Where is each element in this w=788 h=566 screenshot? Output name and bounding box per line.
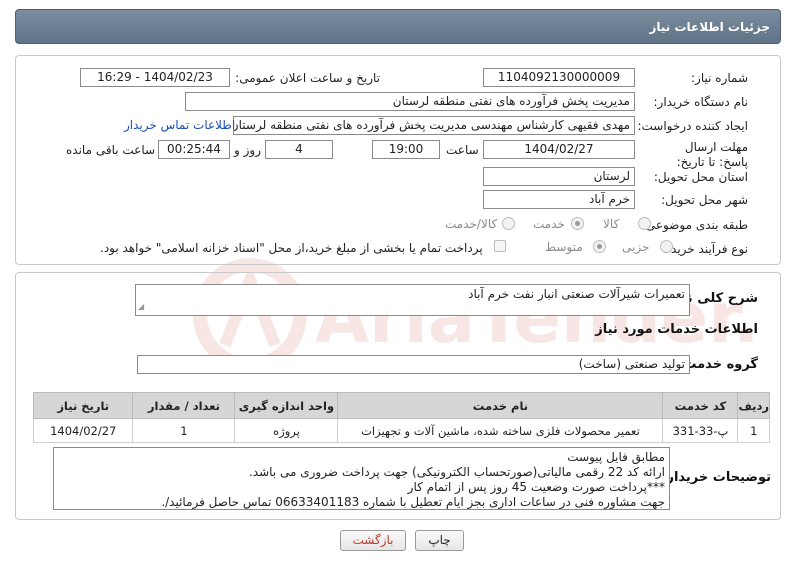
time-remaining-label: ساعت باقی مانده <box>66 143 156 157</box>
cell-service-name: تعمیر محصولات فلزی ساخته شده، ماشین آلات… <box>337 418 664 443</box>
cell-quantity: 1 <box>132 418 236 443</box>
process-option-medium: متوسط <box>545 240 583 254</box>
summary-field: تعمیرات شیرآلات صنعتی انبار نفت خرم آباد… <box>135 284 690 316</box>
note-line: مطابق فایل پیوست <box>567 450 665 464</box>
deadline-label: مهلت ارسال پاسخ: تا تاریخ: <box>676 140 748 169</box>
category-option-goods-service: کالا/خدمت <box>445 217 498 231</box>
category-radio-goods[interactable] <box>638 217 651 230</box>
treasury-payment-note: پرداخت تمام یا بخشی از مبلغ خرید،از محل … <box>100 241 483 255</box>
col-header-service-code: کد خدمت <box>662 392 739 419</box>
process-radio-minor[interactable] <box>660 240 673 253</box>
buyer-contact-link[interactable]: اطلاعات تماس خریدار <box>124 118 235 132</box>
process-radio-medium[interactable] <box>593 240 606 253</box>
need-number-label: شماره نیاز: <box>691 71 748 85</box>
cell-need-date: 1404/02/27 <box>32 418 134 443</box>
col-header-service-name: نام خدمت <box>337 392 664 419</box>
col-header-row-number: ردیف <box>737 392 770 419</box>
service-group-field: تولید صنعتی (ساخت) <box>137 355 690 374</box>
buyer-org-field: مدیریت پخش فرآورده های نفتی منطقه لرستان <box>185 92 635 111</box>
table-header-row: ردیف کد خدمت نام خدمت واحد اندازه گیری ت… <box>32 392 770 419</box>
col-header-unit: واحد اندازه گیری <box>234 392 339 419</box>
services-info-title: اطلاعات خدمات مورد نیاز <box>595 322 758 337</box>
category-radio-service[interactable] <box>571 217 584 230</box>
treasury-payment-checkbox[interactable] <box>494 240 506 252</box>
col-header-need-date: تاریخ نیاز <box>32 392 134 419</box>
note-line: جهت مشاوره فنی در ساعات اداری بجز ایام ت… <box>161 495 665 509</box>
summary-text: تعمیرات شیرآلات صنعتی انبار نفت خرم آباد <box>468 287 685 301</box>
province-field: لرستان <box>483 167 635 186</box>
note-line: ارائه کد 22 رقمی مالیاتی(صورتحساب الکترو… <box>248 465 665 479</box>
cell-unit: پروژه <box>234 418 339 443</box>
cell-row-number: 1 <box>737 418 770 443</box>
public-date-label: تاریخ و ساعت اعلان عمومی: <box>235 71 380 85</box>
note-line: ***پرداخت صورت وضعیت 45 روز پس از اتمام … <box>407 480 665 494</box>
page-title: جزئیات اطلاعات نیاز <box>15 9 781 44</box>
services-table: ردیف کد خدمت نام خدمت واحد اندازه گیری ت… <box>32 392 770 443</box>
deadline-date-field: 1404/02/27 <box>483 140 635 159</box>
need-number-field: 1104092130000009 <box>483 68 635 87</box>
category-option-service: خدمت <box>533 217 565 231</box>
service-group-label: گروه خدمت: <box>678 357 758 372</box>
time-remaining-field: 00:25:44 <box>158 140 230 159</box>
deadline-time-field: 19:00 <box>372 140 440 159</box>
buyer-org-label: نام دستگاه خریدار: <box>653 95 749 109</box>
city-field: خرم آباد <box>483 190 635 209</box>
table-row: 1 پ-33-331 تعمیر محصولات فلزی ساخته شده،… <box>32 418 770 443</box>
buyer-notes-label: توضیحات خریدار: <box>661 470 771 485</box>
public-date-field: 1404/02/23 - 16:29 <box>80 68 230 87</box>
days-label: روز و <box>234 143 261 157</box>
cell-service-code: پ-33-331 <box>662 418 739 443</box>
back-button[interactable]: بازگشت <box>340 530 406 551</box>
category-label: طبقه بندی موضوعی: <box>641 218 748 232</box>
page: AriaTender.neT جزئیات اطلاعات نیاز شماره… <box>0 0 788 566</box>
deadline-time-label: ساعت <box>446 143 479 157</box>
process-type-label: نوع فرآیند خرید : <box>663 242 748 256</box>
buyer-notes-field: مطابق فایل پیوست ارائه کد 22 رقمی مالیات… <box>53 447 670 510</box>
category-radio-goods-service[interactable] <box>502 217 515 230</box>
requester-label: ایجاد کننده درخواست: <box>637 119 748 133</box>
category-option-goods: کالا <box>603 217 620 231</box>
print-button[interactable]: چاپ <box>415 530 464 551</box>
process-option-minor: جزیی <box>622 240 650 254</box>
resize-grip-icon[interactable]: ◢ <box>138 299 144 314</box>
province-label: استان محل تحویل: <box>653 170 748 184</box>
city-label: شهر محل تحویل: <box>661 193 748 207</box>
requester-field: مهدی فقیهی کارشناس مهندسی مدیریت پخش فرآ… <box>233 116 635 135</box>
days-remaining-field: 4 <box>265 140 333 159</box>
col-header-quantity: تعداد / مقدار <box>132 392 236 419</box>
